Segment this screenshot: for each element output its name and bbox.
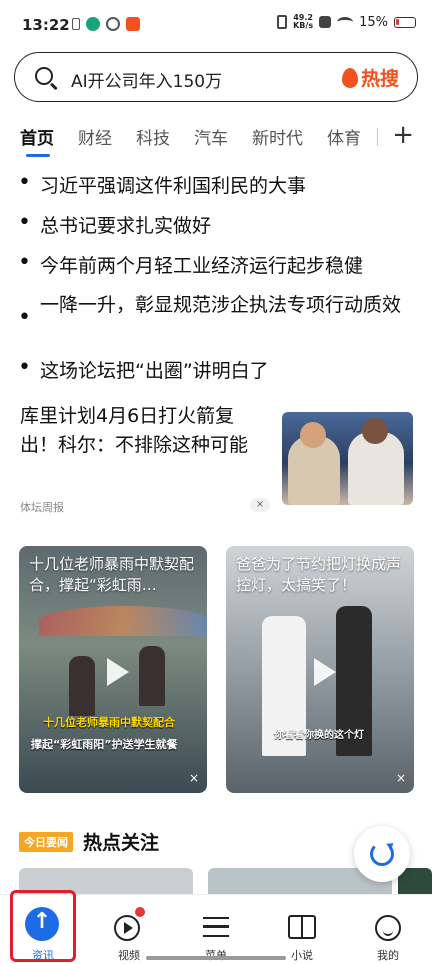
nav-label: 小说 <box>291 949 313 962</box>
battery-icon <box>394 16 416 28</box>
refresh-button[interactable] <box>354 826 410 882</box>
headline-text: 这场论坛把“出圈”讲明白了 <box>40 360 269 382</box>
dismiss-article-button[interactable]: × <box>250 498 270 512</box>
headline-text: 总书记要求扎实做好 <box>40 215 212 237</box>
article-title[interactable]: 库里计划4月6日打火箭复出！科尔：不排除这种可能 <box>20 402 270 460</box>
video-caption: 十几位老师暴雨中默契配合 <box>43 716 175 729</box>
headline-item[interactable]: • 这场论坛把“出圈”讲明白了 <box>18 356 418 387</box>
figure <box>69 656 95 716</box>
gesture-bar[interactable] <box>146 956 286 960</box>
close-icon[interactable]: × <box>189 771 199 785</box>
battery-percent: 15% <box>359 14 388 30</box>
active-tab-indicator <box>26 154 50 157</box>
headline-text: 习近平强调这件利国利民的大事 <box>40 175 307 197</box>
tab-sports[interactable]: 体育 <box>327 124 361 149</box>
play-icon[interactable] <box>302 652 342 692</box>
nav-label: 我的 <box>377 949 399 962</box>
wifi-icon <box>337 17 354 27</box>
figure <box>139 646 165 706</box>
search-query: AI开公司年入150万 <box>71 72 223 92</box>
menu-icon <box>203 917 229 937</box>
article-source: 体坛周报 <box>20 501 64 514</box>
vibrate-icon <box>277 15 288 29</box>
tab-finance[interactable]: 财经 <box>78 124 112 149</box>
section-title: 热点关注 <box>83 832 160 854</box>
today-section-header: 今日要闻 热点关注 <box>19 828 159 855</box>
video-caption: 你看看你换的这个灯 <box>274 730 364 741</box>
search-bar[interactable]: AI开公司年入150万 热搜 <box>14 52 418 102</box>
headline-item[interactable]: • 今年前两个月轻工业经济运行起步稳健 <box>18 251 418 282</box>
search-icon <box>35 67 53 85</box>
play-circle-icon <box>114 915 140 941</box>
app-notification-icon <box>86 17 100 31</box>
refresh-icon <box>370 842 394 866</box>
player-figure <box>348 418 404 505</box>
video-card[interactable]: 十几位老师暴雨中默契配合，撑起“彩虹雨… 十几位老师暴雨中默契配合 撑起“彩虹雨… <box>19 546 207 793</box>
headline-text: 一降一升，彰显规范涉企执法专项行动质效 <box>40 294 402 316</box>
bullet: • <box>18 210 31 235</box>
news-app-icon <box>126 17 140 31</box>
today-badge: 今日要闻 <box>19 831 73 852</box>
bullet: • <box>18 250 31 275</box>
bullet: • <box>18 305 31 330</box>
tab-auto[interactable]: 汽车 <box>194 124 228 149</box>
video-card[interactable]: 爸爸为了节约把灯换成声控灯，太搞笑了！ 你看看你换的这个灯 × <box>226 546 414 793</box>
hot-search-label: 热搜 <box>360 68 399 90</box>
video-title: 爸爸为了节约把灯换成声控灯，太搞笑了！ <box>236 555 402 594</box>
video-title: 十几位老师暴雨中默契配合，撑起“彩虹雨… <box>29 555 195 594</box>
nosim-icon <box>319 16 332 28</box>
headline-text: 今年前两个月轻工业经济运行起步稳健 <box>40 255 364 277</box>
highlight-box <box>10 890 76 962</box>
network-speed-unit: KB/s <box>293 21 314 30</box>
book-icon <box>288 915 316 939</box>
play-icon[interactable] <box>95 652 135 692</box>
notification-icons <box>72 17 140 31</box>
video-caption: 撑起“彩虹雨阳”护送学生就餐 <box>31 738 178 751</box>
nav-label: 菜单 <box>186 947 246 963</box>
player-figure <box>288 422 340 505</box>
headline-item[interactable]: • 一降一升，彰显规范涉企执法专项行动质效 <box>18 290 418 330</box>
close-icon[interactable]: × <box>396 771 406 785</box>
tab-tech[interactable]: 科技 <box>136 124 170 149</box>
status-right: 49.2 KB/s 15% <box>277 14 416 30</box>
bullet: • <box>18 170 31 195</box>
umbrella-scene <box>39 606 207 636</box>
link-icon <box>106 17 120 31</box>
tab-home[interactable]: 首页 <box>20 124 54 149</box>
nav-label: 视频 <box>118 949 140 962</box>
bullet: • <box>18 355 31 380</box>
tab-new-era[interactable]: 新时代 <box>252 124 303 149</box>
flame-icon <box>341 67 358 88</box>
channel-tabs: 首页 财经 科技 汽车 新时代 体育 + <box>0 118 432 158</box>
status-bar: 13:22 49.2 KB/s 15% <box>0 0 432 48</box>
notification-dot <box>135 907 145 917</box>
smiley-face-icon <box>375 915 401 941</box>
tab-divider <box>377 128 378 146</box>
status-time: 13:22 <box>22 16 70 34</box>
article-thumbnail[interactable] <box>282 412 413 505</box>
hot-search-button[interactable]: 热搜 <box>341 64 399 91</box>
add-channel-icon[interactable]: + <box>392 120 414 150</box>
headline-item[interactable]: • 总书记要求扎实做好 <box>18 211 418 242</box>
sim-icon <box>72 18 80 30</box>
headline-item[interactable]: • 习近平强调这件利国利民的大事 <box>18 171 418 202</box>
network-speed: 49.2 KB/s <box>293 14 313 30</box>
